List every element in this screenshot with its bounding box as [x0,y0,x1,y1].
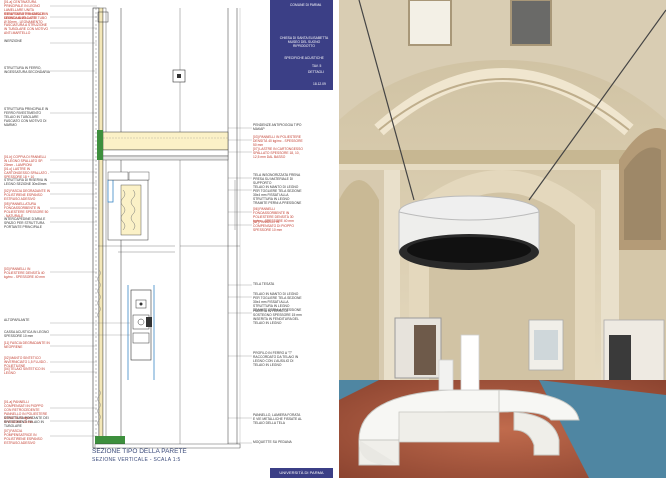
title-block-project: CHIESA DI SANTA ELISABETTA MUSEO DEL SUO… [279,36,329,48]
technical-drawing-panel: [01.a] CENTINATURA PRINCIPALE IN LEGNO L… [0,0,333,478]
title-block-client: COMUNE DI PARMA [290,3,322,7]
label-left-18: [04] TELAIO SINTETICO IN LEGNO [4,367,45,375]
section-title: SEZIONE TIPO DELLA PARETE [92,448,187,455]
label-left-9: STRUTTURA DI RISERVA IN LEGNO SEZIONE 30… [4,178,48,186]
footer-university: UNIVERSITÀ DI PARMA [270,468,333,478]
section-subtitle: SEZIONE VERTICALE - SCALA 1:5 [92,457,181,463]
label-right-4: TELA INSONORIZZATA FRENA PRESA SU MATERI… [253,173,300,185]
label-left-4: INERZIONE [4,39,22,43]
label-left-21: [07] FASCIA POMPENSATRICE IN POLISTIRENE… [4,429,43,445]
label-right-2: [03] PANNELLI IN POLIESTERE DENSITÀ 40 k… [253,135,303,147]
title-block-detail: DETTAGLI [308,70,324,74]
label-left-10: [02] FASCIA DEGRADANTE IN POLISTIRENE ES… [4,189,50,201]
title-block-sheet: TAV. 5 [312,64,322,68]
title-block: COMUNE DI PARMA CHIESA DI SANTA ELISABET… [270,0,333,90]
label-left-16: [11] FASCIA DEGRADANTE IN NEOPRENE [4,341,50,349]
label-left-5: STRUTTURA IN FERRO, INGESSATURA SECONDAR… [4,66,50,74]
label-left-14: ALTOPARLANTE [4,318,30,322]
label-right-10: PIASTRA IN FERRO DI SOSTEGNO SPESSORE 15… [253,309,302,325]
label-left-7: [01.b] COPPIA DI PANNELLI IN LEGNO SPALL… [4,155,47,167]
label-left-15: CASSA ACUSTICA IN LEGNO SPESSORE 10 mm [4,330,49,338]
label-right-3: [07] LASTRE IN CARTONGESSO SPALLATO SPES… [253,147,303,159]
title-block-subject: SPECIFICHE ACUSTICHE [284,56,324,60]
label-left-13: [03] PANNELLI IN POLIESTERE DENSITÀ 40 k… [4,267,45,279]
label-left-12: INTERCAPEDINE D'ARIA E SPAZIO PER STRUTT… [4,217,46,229]
label-right-13: MOQUETTE SU PEDANA [253,440,292,444]
museum-interior-photo [339,0,666,478]
interior-photo-illustration [339,0,666,478]
label-right-8: TELA TESATA [253,282,275,286]
label-left-6: STRUTTURA PRINCIPALE IN FERRO RIVESTIMEN… [4,107,49,127]
title-block-date: 18.12.09 [313,82,326,86]
label-right-7: [07] PANNELLI IN COMPENSATO DI PIOPPO SP… [253,220,294,232]
label-left-20: STRUTTURA PORTANTE DEI RIVESTIMENTI TELA… [4,416,49,428]
label-left-3: FASCIATURA A STRUZIONE IN TUBOLARE CON M… [4,23,49,35]
label-right-1: PENDENZE ANTIPIOGGIA TIPO MAKAP [253,123,302,131]
label-right-12: PANNELLO, LAMIERA FORATA E VIE METALLICH… [253,413,302,425]
label-right-11: PROFILO IN FERRO A "T" RACCORDATO DA TEL… [253,351,299,367]
label-right-5: TELAIO IN MANTO DI LEGNO PER TOGLIERE TE… [253,185,302,205]
